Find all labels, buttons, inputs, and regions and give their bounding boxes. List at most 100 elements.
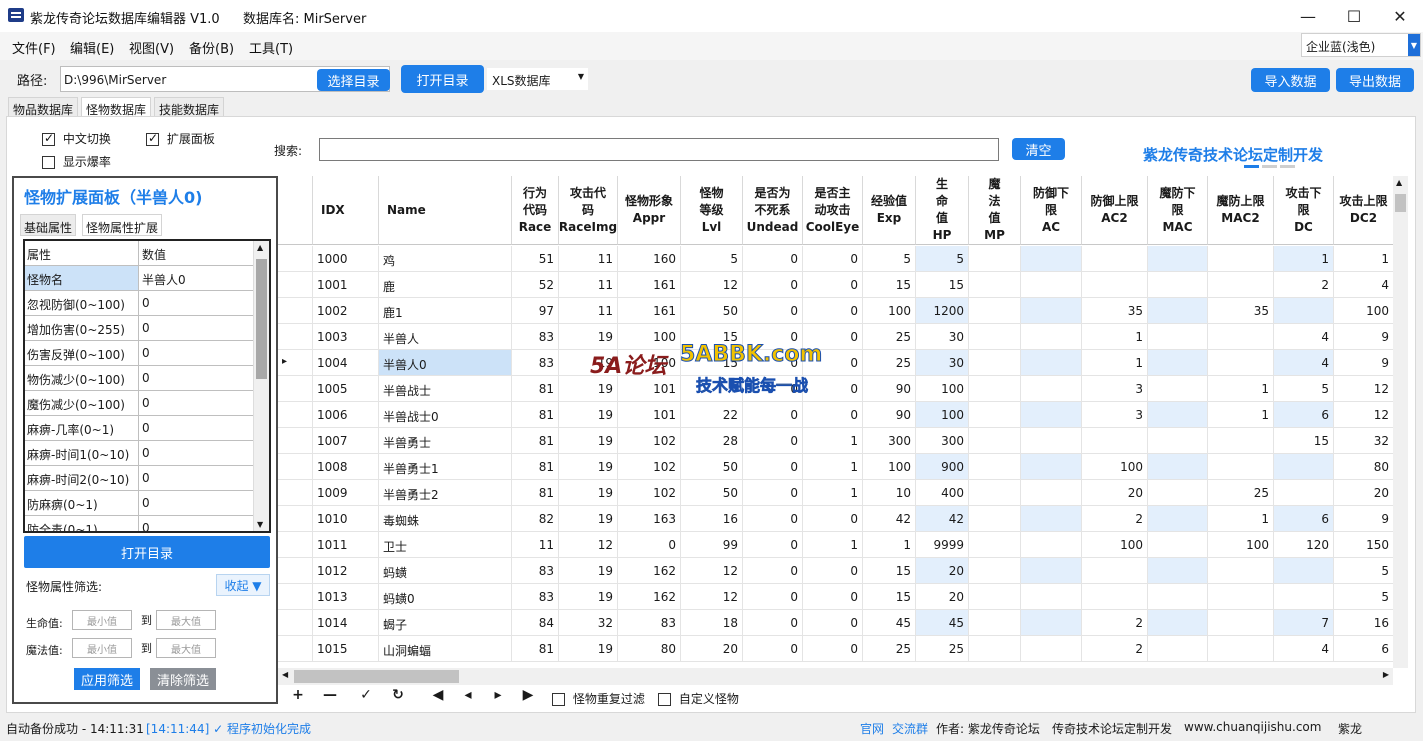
table-cell[interactable]: 1005 <box>313 376 379 402</box>
property-value[interactable]: 0 <box>139 341 255 365</box>
table-cell[interactable] <box>969 350 1021 376</box>
table-row[interactable]: 1009 半兽勇士2 81 19 102 50 0 1 10 400 20 25 20 <box>278 480 1408 506</box>
open-directory-button[interactable]: 打开目录 <box>401 65 484 93</box>
table-cell[interactable]: 5 <box>1334 558 1394 584</box>
table-cell[interactable]: 半兽勇士 <box>379 428 512 454</box>
table-cell[interactable]: 52 <box>512 272 559 298</box>
table-cell[interactable]: 1001 <box>313 272 379 298</box>
table-cell[interactable]: 19 <box>559 350 618 376</box>
table-cell[interactable]: 半兽人0 <box>379 350 512 376</box>
menu-tools[interactable]: 工具(T) <box>249 38 293 57</box>
table-cell[interactable] <box>1274 480 1334 506</box>
column-header[interactable]: 行为 代码 Race <box>512 176 559 245</box>
delete-record-icon[interactable]: — <box>320 687 340 703</box>
table-cell[interactable]: 25 <box>863 636 916 662</box>
property-value[interactable]: 0 <box>139 316 255 340</box>
column-header[interactable]: 魔防下 限 MAC <box>1148 176 1208 245</box>
table-cell[interactable] <box>1148 454 1208 480</box>
table-cell[interactable]: 101 <box>618 402 681 428</box>
table-cell[interactable]: 5 <box>681 246 743 272</box>
menu-view[interactable]: 视图(V) <box>129 38 174 57</box>
table-cell[interactable]: 19 <box>559 584 618 610</box>
table-cell[interactable]: 蚂蟥0 <box>379 584 512 610</box>
scroll-thumb[interactable] <box>256 259 267 379</box>
table-cell[interactable]: 半兽勇士1 <box>379 454 512 480</box>
theme-select[interactable]: 企业蓝(浅色) ▼ <box>1301 33 1421 57</box>
property-row[interactable]: 防麻痹(0~1) 0 <box>25 491 255 516</box>
table-cell[interactable]: 83 <box>512 324 559 350</box>
table-cell[interactable]: 1 <box>863 532 916 558</box>
table-cell[interactable]: 12 <box>559 532 618 558</box>
table-cell[interactable]: 83 <box>618 610 681 636</box>
table-cell[interactable] <box>1082 558 1148 584</box>
hp-max-input[interactable]: 最大值 <box>156 610 216 630</box>
property-row[interactable]: 物伤减少(0~100) 0 <box>25 366 255 391</box>
table-cell[interactable]: 0 <box>743 246 803 272</box>
table-cell[interactable]: 2 <box>1082 610 1148 636</box>
row-indicator[interactable] <box>278 272 313 298</box>
table-cell[interactable]: 5 <box>1334 584 1394 610</box>
table-cell[interactable]: 9 <box>1334 324 1394 350</box>
hp-min-input[interactable]: 最小值 <box>72 610 132 630</box>
table-cell[interactable] <box>1148 428 1208 454</box>
search-input[interactable] <box>319 138 999 161</box>
table-cell[interactable]: 83 <box>512 350 559 376</box>
table-cell[interactable]: 81 <box>512 428 559 454</box>
table-cell[interactable]: 161 <box>618 298 681 324</box>
table-cell[interactable]: 101 <box>618 376 681 402</box>
property-value[interactable]: 0 <box>139 516 255 531</box>
column-header[interactable]: 是否为 不死系 Undead <box>743 176 803 245</box>
table-cell[interactable]: 51 <box>512 246 559 272</box>
table-cell[interactable]: 鸡 <box>379 246 512 272</box>
table-cell[interactable]: 15 <box>863 272 916 298</box>
row-indicator[interactable] <box>278 298 313 324</box>
table-cell[interactable]: 81 <box>512 454 559 480</box>
table-cell[interactable]: 6 <box>1334 636 1394 662</box>
property-value[interactable]: 0 <box>139 491 255 515</box>
expand-panel-checkbox[interactable]: 扩展面板 <box>146 130 215 147</box>
table-cell[interactable]: 28 <box>681 428 743 454</box>
clear-search-button[interactable]: 清空 <box>1012 138 1065 160</box>
column-header[interactable]: 攻击代 码 RaceImg <box>559 176 618 245</box>
table-row[interactable]: 1011 卫士 11 12 0 99 0 1 1 9999 100 100 120 150 <box>278 532 1408 558</box>
table-cell[interactable]: 102 <box>618 480 681 506</box>
table-cell[interactable]: 4 <box>1274 350 1334 376</box>
table-cell[interactable] <box>1082 272 1148 298</box>
table-cell[interactable] <box>1082 246 1148 272</box>
table-cell[interactable]: 400 <box>916 480 969 506</box>
table-cell[interactable]: 100 <box>916 376 969 402</box>
table-cell[interactable] <box>969 246 1021 272</box>
table-cell[interactable] <box>1148 298 1208 324</box>
table-cell[interactable]: 4 <box>1274 324 1334 350</box>
export-data-button[interactable]: 导出数据 <box>1336 68 1414 92</box>
table-cell[interactable]: 19 <box>559 558 618 584</box>
table-cell[interactable]: 5 <box>916 246 969 272</box>
table-cell[interactable] <box>1148 324 1208 350</box>
table-cell[interactable]: 0 <box>803 610 863 636</box>
table-cell[interactable] <box>1208 272 1274 298</box>
row-indicator[interactable] <box>278 246 313 272</box>
row-indicator[interactable] <box>278 376 313 402</box>
table-cell[interactable] <box>1021 428 1082 454</box>
table-cell[interactable] <box>1021 636 1082 662</box>
table-cell[interactable]: 半兽战士 <box>379 376 512 402</box>
database-type-select[interactable]: XLS数据库 ▼ <box>487 68 588 90</box>
table-cell[interactable] <box>1148 584 1208 610</box>
menu-edit[interactable]: 编辑(E) <box>70 38 114 57</box>
table-cell[interactable]: 5 <box>863 246 916 272</box>
table-cell[interactable] <box>1208 558 1274 584</box>
table-cell[interactable]: 1 <box>803 480 863 506</box>
table-cell[interactable]: 3 <box>1082 402 1148 428</box>
table-row[interactable]: 1013 蚂蟥0 83 19 162 12 0 0 15 20 5 <box>278 584 1408 610</box>
table-cell[interactable]: 0 <box>743 376 803 402</box>
table-cell[interactable] <box>969 376 1021 402</box>
chevron-right-icon[interactable]: ▶ <box>1383 670 1389 679</box>
table-cell[interactable]: 0 <box>743 272 803 298</box>
table-cell[interactable]: 1 <box>1274 246 1334 272</box>
table-cell[interactable]: 100 <box>1334 298 1394 324</box>
confirm-icon[interactable]: ✓ <box>356 687 376 703</box>
table-cell[interactable]: 半兽勇士2 <box>379 480 512 506</box>
scroll-thumb[interactable] <box>1395 194 1406 212</box>
table-cell[interactable]: 162 <box>618 558 681 584</box>
table-cell[interactable]: 81 <box>512 376 559 402</box>
